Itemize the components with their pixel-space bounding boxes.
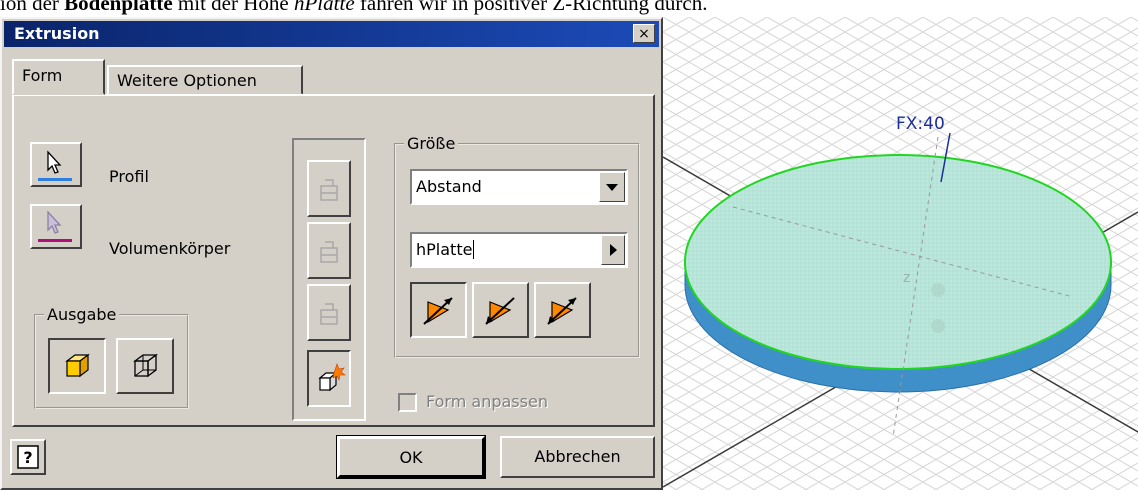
- cut-operation-icon: [320, 241, 338, 263]
- tab-more-options[interactable]: Weitere Optionen: [107, 65, 303, 95]
- output-solid-button[interactable]: [48, 338, 106, 394]
- solid-cube-icon: [65, 353, 90, 378]
- size-group-title: Größe: [404, 134, 459, 153]
- output-surface-button[interactable]: [116, 338, 174, 394]
- doc-text-mid: mit der Höhe: [172, 0, 294, 15]
- ok-button[interactable]: OK: [336, 435, 486, 479]
- direction-1-icon: [423, 297, 453, 325]
- extrusion-dialog: Extrusion × Form Weitere Optionen Profil…: [0, 17, 663, 490]
- new-solid-icon: [318, 363, 346, 392]
- distance-input[interactable]: hPlatte: [410, 232, 628, 268]
- surface-cube-icon: [133, 353, 158, 378]
- cursor-arrow-disabled-icon: [38, 210, 72, 242]
- direction-1-button[interactable]: [410, 282, 467, 338]
- match-shape-checkbox[interactable]: [398, 393, 417, 412]
- svg-text:?: ?: [23, 448, 32, 467]
- new-solid-button[interactable]: [307, 350, 351, 407]
- join-button[interactable]: [307, 160, 351, 217]
- dialog-titlebar[interactable]: Extrusion ×: [4, 21, 659, 47]
- intersect-operation-icon: [320, 303, 338, 325]
- match-shape-label: Form anpassen: [426, 392, 548, 411]
- profile-label: Profil: [109, 167, 149, 186]
- solid-select-button[interactable]: [30, 204, 82, 249]
- output-group: Ausgabe: [34, 305, 189, 409]
- svg-text:z: z: [903, 270, 910, 286]
- cursor-arrow-icon: [38, 150, 72, 181]
- extent-type-select[interactable]: Abstand: [410, 169, 628, 205]
- chevron-down-icon[interactable]: [599, 172, 625, 202]
- cad-viewport[interactable]: FX:40 z: [663, 17, 1138, 490]
- direction-2-button[interactable]: [472, 282, 529, 338]
- solid-label: Volumenkörper: [109, 239, 231, 258]
- intersect-button[interactable]: [307, 284, 351, 341]
- document-text-line: ion der Bodenplatte mit der Höhe hPlatte…: [0, 0, 1138, 15]
- doc-text-post: fahren wir in positiver Z-Richtung durch…: [354, 0, 708, 15]
- operation-column: [292, 138, 366, 421]
- help-icon: ?: [17, 445, 39, 469]
- form-tab-panel: Profil Volumenkörper Ausgabe Größe Absta…: [12, 94, 655, 427]
- feature-label: FX:40: [896, 114, 945, 134]
- close-button[interactable]: ×: [633, 24, 655, 43]
- cancel-button[interactable]: Abbrechen: [500, 436, 655, 478]
- chevron-right-icon[interactable]: [601, 235, 625, 265]
- tab-form[interactable]: Form: [12, 59, 105, 95]
- dialog-title: Extrusion: [14, 24, 100, 43]
- help-button[interactable]: ?: [10, 439, 46, 475]
- join-operation-icon: [320, 179, 338, 201]
- distance-value: hPlatte: [416, 240, 473, 259]
- size-group: Größe Abstand hPlatte: [394, 134, 640, 358]
- viewport-canvas: FX:40 z: [663, 17, 1138, 490]
- symmetric-direction-icon: [547, 297, 577, 325]
- doc-text-bold: Bodenplatte: [64, 0, 173, 15]
- direction-2-icon: [485, 297, 515, 325]
- output-group-title: Ausgabe: [44, 305, 120, 324]
- profile-select-button[interactable]: [30, 142, 82, 187]
- plate-top-face: [684, 154, 1112, 370]
- doc-text-pre: ion der: [0, 0, 65, 15]
- cut-button[interactable]: [307, 222, 351, 279]
- extent-type-value: Abstand: [416, 177, 482, 196]
- doc-text-italic: hPlatte: [293, 0, 355, 15]
- symmetric-button[interactable]: [534, 282, 591, 338]
